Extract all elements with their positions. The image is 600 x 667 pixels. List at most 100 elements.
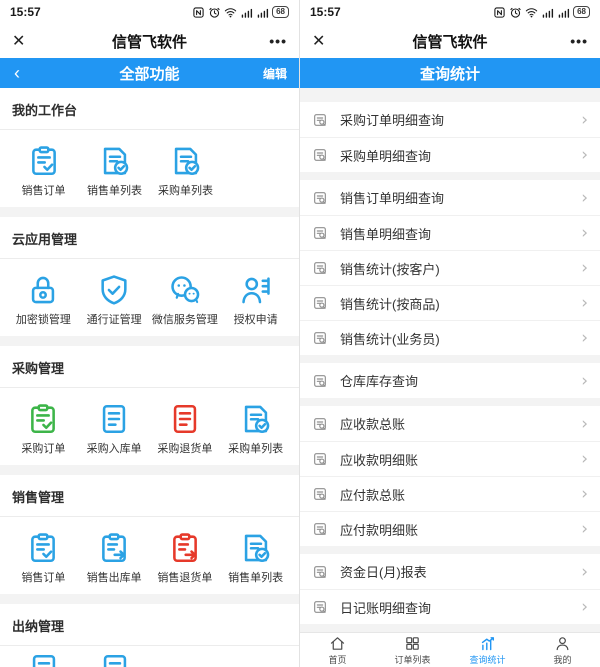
tab-查询统计[interactable]: 查询统计 <box>450 633 525 667</box>
status-bar: 15:57 68 <box>300 0 600 24</box>
report-search-icon <box>312 564 328 580</box>
right-content: 采购订单明细查询›采购单明细查询›销售订单明细查询›销售单明细查询›销售统计(按… <box>300 88 600 632</box>
list-group: 仓库库存查询› <box>300 363 600 398</box>
close-icon[interactable]: ✕ <box>312 31 325 51</box>
clipboard-check-icon <box>26 531 60 565</box>
app-item[interactable]: 现金日记账 <box>8 652 79 667</box>
app-item-label: 授权申请 <box>234 313 278 327</box>
query-list-item[interactable]: 应付款总账› <box>300 476 600 511</box>
section-title: 采购管理 <box>0 356 299 388</box>
section-title: 销售管理 <box>0 485 299 517</box>
doc-check-icon <box>98 144 132 178</box>
section-title: 云应用管理 <box>0 227 299 259</box>
edit-button[interactable]: 编辑 <box>263 65 287 82</box>
app-title: 信管飞软件 <box>300 31 600 52</box>
app-item-label: 销售退货单 <box>157 571 212 585</box>
app-item[interactable]: 采购退货单 <box>150 402 221 456</box>
query-list-item[interactable]: 仓库库存查询› <box>300 363 600 398</box>
section-title: 出纳管理 <box>0 614 299 646</box>
app-item[interactable]: 银行日记账 <box>79 652 150 667</box>
app-item[interactable]: 微信服务管理 <box>150 273 221 327</box>
tab-label: 订单列表 <box>394 653 430 666</box>
query-list-item-label: 销售订单明细查询 <box>340 188 581 207</box>
more-icon[interactable]: ••• <box>269 33 287 49</box>
chevron-right-icon: › <box>581 449 588 469</box>
app-item[interactable]: 采购单列表 <box>150 144 221 198</box>
app-item[interactable]: 销售单列表 <box>220 531 291 585</box>
nav-bar-all-functions: ‹ 全部功能 编辑 <box>0 58 299 88</box>
app-item-label: 销售出库单 <box>87 571 142 585</box>
query-list-item[interactable]: 销售统计(按客户)› <box>300 250 600 285</box>
section: 销售管理销售订单 销售出库单 销售退货单 销售单列表 <box>0 475 299 594</box>
report-search-icon <box>312 295 328 311</box>
home-icon <box>329 635 346 652</box>
lock-icon <box>26 273 60 307</box>
query-list-item[interactable]: 应收款明细账› <box>300 441 600 476</box>
query-list: 采购订单明细查询›采购单明细查询›销售订单明细查询›销售单明细查询›销售统计(按… <box>300 102 600 624</box>
query-list-item[interactable]: 应收款总账› <box>300 406 600 441</box>
app-item[interactable]: 销售订单 <box>8 531 79 585</box>
query-list-item-label: 采购单明细查询 <box>340 146 581 165</box>
tab-订单列表[interactable]: 订单列表 <box>375 633 450 667</box>
more-icon[interactable]: ••• <box>570 33 588 49</box>
query-list-item[interactable]: 销售单明细查询› <box>300 215 600 250</box>
shield-check-icon <box>97 273 131 307</box>
query-list-item-label: 采购订单明细查询 <box>340 110 581 129</box>
report-search-icon <box>312 416 328 432</box>
report-search-icon <box>312 521 328 537</box>
wechat-icon <box>168 273 202 307</box>
signal-icon <box>240 6 253 19</box>
app-item-label: 采购订单 <box>21 442 65 456</box>
tab-label: 查询统计 <box>469 653 505 666</box>
section: 云应用管理加密锁管理通行证管理微信服务管理授权申请 <box>0 217 299 336</box>
app-item[interactable]: 采购入库单 <box>79 402 150 456</box>
app-item[interactable]: 通行证管理 <box>79 273 150 327</box>
screen-all-functions: 15:57 68 ✕ 信管飞软件 ••• ‹ 全部功能 编辑 我的工作台销售订单… <box>0 0 300 667</box>
query-list-item-label: 应收款总账 <box>340 414 581 433</box>
query-list-item[interactable]: 采购订单明细查询› <box>300 102 600 137</box>
chevron-right-icon: › <box>581 110 588 130</box>
app-title: 信管飞软件 <box>0 31 299 52</box>
app-item-label: 采购单列表 <box>158 184 213 198</box>
list-group: 采购订单明细查询›采购单明细查询› <box>300 102 600 172</box>
tab-首页[interactable]: 首页 <box>300 633 375 667</box>
app-item[interactable]: 销售退货单 <box>150 531 221 585</box>
left-content: 我的工作台销售订单销售单列表采购单列表云应用管理加密锁管理通行证管理微信服务管理… <box>0 88 299 667</box>
query-list-item[interactable]: 采购单明细查询› <box>300 137 600 172</box>
report-search-icon <box>312 599 328 615</box>
doc-lines-icon <box>97 402 131 436</box>
list-group-gap <box>300 398 600 406</box>
app-item[interactable]: 销售单列表 <box>79 144 150 198</box>
alarm-icon <box>509 6 522 19</box>
doc-check-icon <box>239 402 273 436</box>
query-list-item[interactable]: 销售订单明细查询› <box>300 180 600 215</box>
alarm-icon <box>208 6 221 19</box>
app-item[interactable]: 销售出库单 <box>79 531 150 585</box>
report-search-icon <box>312 486 328 502</box>
app-item-label: 销售订单 <box>22 184 66 198</box>
query-list-item[interactable]: 销售统计(业务员)› <box>300 320 600 355</box>
app-item-label: 采购单列表 <box>228 442 283 456</box>
back-icon[interactable]: ‹ <box>14 60 20 86</box>
query-list-item[interactable]: 销售统计(按商品)› <box>300 285 600 320</box>
chevron-right-icon: › <box>581 145 588 165</box>
app-item[interactable]: 采购订单 <box>8 402 79 456</box>
app-item[interactable]: 销售订单 <box>8 144 79 198</box>
tab-我的[interactable]: 我的 <box>525 633 600 667</box>
query-list-item[interactable]: 日记账明细查询› <box>300 589 600 624</box>
app-item[interactable]: 采购单列表 <box>220 402 291 456</box>
doc-check-icon <box>169 144 203 178</box>
app-item-label: 通行证管理 <box>87 313 142 327</box>
signal-icon <box>541 6 554 19</box>
app-item-label: 销售单列表 <box>228 571 283 585</box>
close-icon[interactable]: ✕ <box>12 31 25 51</box>
query-list-item[interactable]: 应付款明细账› <box>300 511 600 546</box>
tab-label: 我的 <box>553 653 571 666</box>
signal-icon <box>256 6 269 19</box>
app-item-label: 销售订单 <box>21 571 65 585</box>
app-item[interactable]: 加密锁管理 <box>8 273 79 327</box>
chevron-right-icon: › <box>581 258 588 278</box>
app-item[interactable]: 授权申请 <box>220 273 291 327</box>
query-list-item[interactable]: 资金日(月)报表› <box>300 554 600 589</box>
section-gap <box>0 465 299 475</box>
